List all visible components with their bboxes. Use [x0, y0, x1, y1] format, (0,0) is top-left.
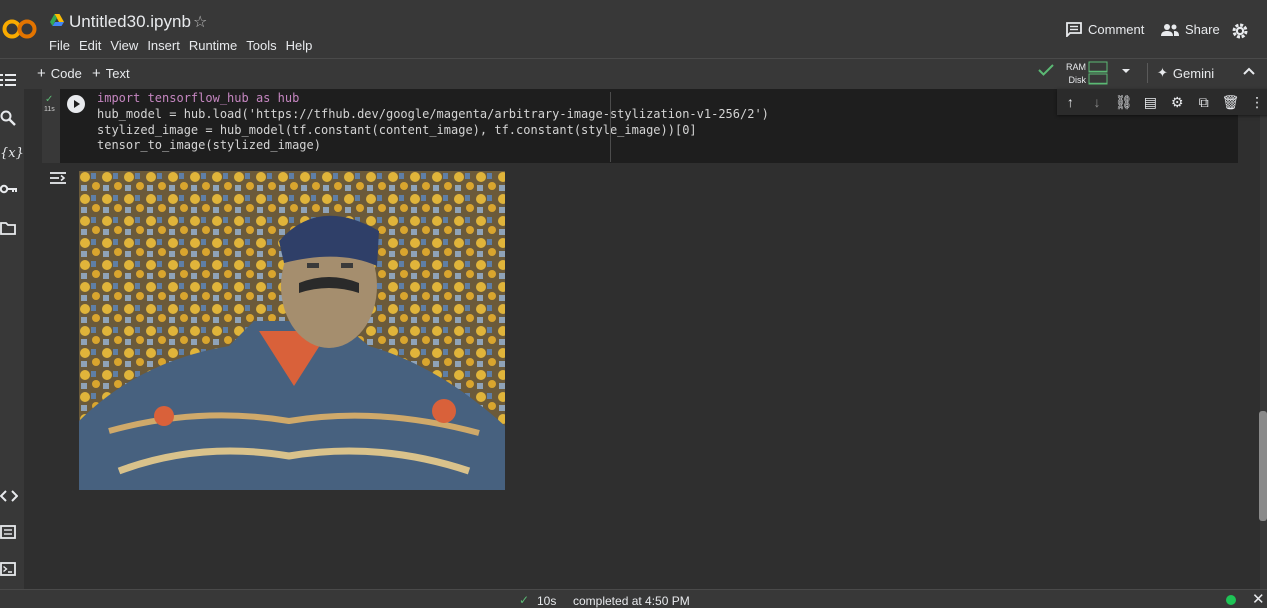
chevron-up-icon[interactable] [1242, 65, 1256, 80]
resource-bars[interactable] [1088, 61, 1108, 88]
chevron-down-icon[interactable] [1120, 65, 1132, 80]
vertical-scrollbar[interactable] [1259, 411, 1267, 521]
terminal-icon[interactable] [0, 562, 18, 580]
star-icon[interactable]: ☆ [193, 12, 207, 32]
move-down-icon[interactable]: ↓ [1084, 94, 1111, 110]
stylized-output-image [79, 171, 505, 490]
comment-label: Comment [1088, 22, 1145, 37]
code-line: stylized_image = hub_model(tf.constant(c… [97, 122, 697, 137]
code-line: tensor_to_image(stylized_image) [97, 138, 321, 153]
code-cell[interactable]: ✓ 11s import tensorflow_hub as hub hub_mo… [42, 89, 1267, 163]
menu-insert[interactable]: Insert [147, 38, 180, 53]
gemini-label: Gemini [1172, 65, 1215, 81]
more-options-icon[interactable]: ⋮ [1244, 94, 1267, 111]
people-icon [1161, 24, 1179, 36]
table-of-contents-icon[interactable] [0, 72, 18, 90]
editor-ruler [610, 92, 611, 162]
comment-icon [1066, 22, 1082, 37]
menu-runtime[interactable]: Runtime [189, 38, 237, 53]
code-line: import tensorflow_hub as hub [97, 91, 769, 107]
comment-button[interactable]: Comment [1066, 22, 1144, 37]
app-header: Untitled30.ipynb ☆ File Edit View Insert… [0, 0, 1267, 59]
disk-label: Disk [1068, 75, 1087, 85]
add-text-label: Text [105, 66, 130, 81]
notebook-toolbar: + Code + Text RAM Disk ✦ Gemini [24, 59, 1267, 87]
runtime-status-dot [1226, 595, 1236, 605]
delete-icon[interactable]: 🗑 [1217, 94, 1244, 111]
link-icon[interactable]: ⛓ [1110, 94, 1137, 111]
left-sidebar: {x} [0, 59, 24, 589]
menu-file[interactable]: File [49, 38, 70, 53]
resource-labels[interactable]: RAM Disk [1066, 61, 1086, 87]
play-icon [74, 100, 80, 108]
share-label: Share [1185, 22, 1220, 37]
gear-icon[interactable]: ⚙ [1164, 94, 1191, 111]
close-icon[interactable]: ✕ [1252, 590, 1265, 608]
folder-icon[interactable] [0, 221, 18, 239]
share-button[interactable]: Share [1161, 22, 1220, 37]
run-cell-button[interactable] [67, 95, 85, 113]
ram-label: RAM [1066, 62, 1086, 72]
menu-view[interactable]: View [110, 38, 138, 53]
menu-help[interactable]: Help [286, 38, 313, 53]
code-snippets-icon[interactable] [0, 489, 19, 507]
variables-icon[interactable]: {x} [0, 146, 24, 164]
status-bar: ✓ 10s completed at 4:50 PM ✕ [0, 589, 1267, 608]
notebook-area[interactable]: ✓ 11s import tensorflow_hub as hub hub_mo… [24, 89, 1267, 589]
plus-icon: + [92, 65, 101, 82]
move-up-icon[interactable]: ↑ [1057, 94, 1084, 110]
exec-success-icon: ✓ [45, 94, 54, 105]
drive-icon[interactable] [50, 14, 64, 29]
notebook-title[interactable]: Untitled30.ipynb [69, 12, 191, 32]
output-toggle-icon[interactable] [49, 171, 67, 188]
cell-toolbar: ↑ ↓ ⛓ ▤ ⚙ ⧉ 🗑 ⋮ [1057, 89, 1267, 115]
comment-icon[interactable]: ▤ [1137, 94, 1164, 111]
mirror-cell-icon[interactable]: ⧉ [1190, 94, 1217, 111]
add-code-button[interactable]: + Code [37, 65, 82, 82]
plus-icon: + [37, 65, 46, 82]
cell-gutter: ✓ 11s [42, 89, 60, 163]
command-palette-icon[interactable] [0, 525, 18, 543]
connected-check-icon [1038, 63, 1054, 80]
code-editor[interactable]: import tensorflow_hub as hub hub_model = … [97, 91, 769, 154]
search-icon[interactable] [0, 110, 18, 128]
status-check-icon: ✓ [519, 593, 530, 607]
exec-time: 11s [44, 106, 55, 113]
code-line: import tensorflow_hub as hub [97, 91, 300, 105]
add-code-label: Code [50, 66, 82, 81]
code-line: hub_model = hub.load('https://tfhub.dev/… [97, 106, 769, 121]
add-text-button[interactable]: + Text [92, 65, 130, 82]
menu-tools[interactable]: Tools [246, 38, 276, 53]
sparkle-icon: ✦ [1157, 65, 1168, 80]
key-icon[interactable] [0, 183, 18, 201]
colab-logo[interactable] [2, 15, 38, 43]
toolbar-divider [1147, 63, 1148, 83]
menu-edit[interactable]: Edit [79, 38, 101, 53]
settings-gear-icon[interactable] [1231, 22, 1249, 43]
menu-bar: File Edit View Insert Runtime Tools Help [49, 38, 321, 53]
gemini-button[interactable]: ✦ Gemini [1157, 65, 1214, 81]
